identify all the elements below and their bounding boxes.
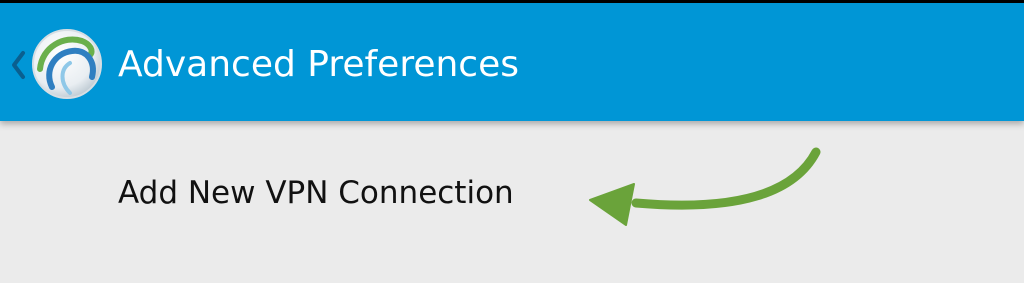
- add-new-vpn-connection-label: Add New VPN Connection: [118, 175, 514, 211]
- anyconnect-globe-icon: [32, 29, 102, 99]
- green-arrow-pointer-icon: [589, 147, 821, 226]
- navigate-up-button[interactable]: [0, 15, 112, 111]
- app-bar: Advanced Preferences: [0, 3, 1024, 121]
- app-bar-title: Advanced Preferences: [118, 44, 519, 85]
- add-new-vpn-connection-item[interactable]: Add New VPN Connection: [0, 121, 1024, 261]
- chevron-left-icon: [12, 51, 25, 79]
- android-screen: Advanced Preferences Add New VPN Connect…: [0, 0, 1024, 283]
